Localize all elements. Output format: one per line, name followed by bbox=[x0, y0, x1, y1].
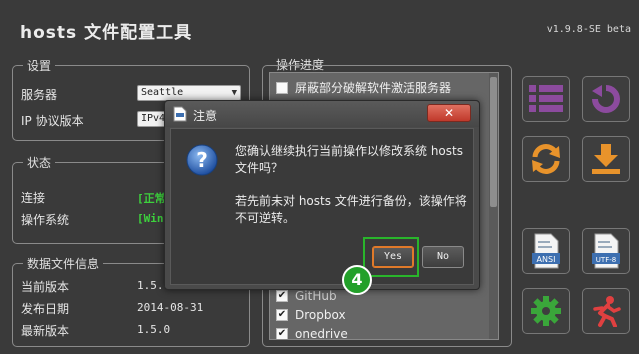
server-select-value: Seattle bbox=[141, 87, 184, 98]
ansi-file-icon: ANSI bbox=[532, 233, 560, 269]
server-select[interactable]: Seattle ▼ bbox=[137, 85, 241, 101]
step-badge: 4 bbox=[342, 265, 372, 295]
os-value: [Win bbox=[137, 212, 164, 225]
utf8-button[interactable]: UTF-8 bbox=[582, 228, 630, 274]
run-icon bbox=[593, 296, 621, 327]
no-button[interactable]: No bbox=[422, 246, 464, 268]
current-version-label: 当前版本 bbox=[21, 280, 70, 294]
dialog-titlebar[interactable]: 注意 ✕ bbox=[165, 101, 479, 127]
confirm-dialog: 注意 ✕ ? 您确认继续执行当前操作以修改系统 hosts 文件吗？ 若先前未对… bbox=[164, 100, 480, 290]
ansi-button[interactable]: ANSI bbox=[522, 228, 570, 274]
refresh-icon bbox=[592, 85, 620, 113]
status-legend: 状态 bbox=[23, 154, 56, 171]
os-label: 操作系统 bbox=[21, 213, 70, 227]
svg-text:?: ? bbox=[196, 148, 208, 172]
app-version: v1.9.8-SE beta bbox=[546, 24, 631, 35]
release-date-label: 发布日期 bbox=[21, 302, 70, 316]
chevron-down-icon: ▼ bbox=[231, 88, 237, 98]
utf8-file-icon: UTF-8 bbox=[592, 233, 620, 269]
download-icon bbox=[592, 144, 620, 174]
dialog-message-line-4: 不可逆转。 bbox=[235, 211, 296, 225]
question-icon: ? bbox=[186, 144, 218, 176]
server-label: 服务器 bbox=[21, 88, 58, 102]
dialog-message-line-3: 若先前未对 hosts 文件进行备份，该操作将 bbox=[235, 194, 467, 208]
document-icon bbox=[173, 106, 187, 122]
connection-status: [正常 bbox=[137, 192, 166, 205]
yes-highlight-box bbox=[363, 237, 419, 277]
datafile-legend: 数据文件信息 bbox=[23, 255, 104, 272]
dialog-message-line-2: 文件吗？ bbox=[235, 161, 284, 175]
sync-icon bbox=[532, 144, 560, 174]
gear-icon bbox=[531, 296, 561, 326]
settings-legend: 设置 bbox=[23, 57, 56, 74]
release-date-value: 2014-08-31 bbox=[137, 301, 204, 314]
settings-button[interactable] bbox=[522, 288, 570, 334]
dialog-message-line-1: 您确认继续执行当前操作以修改系统 hosts bbox=[235, 144, 463, 158]
dialog-title: 注意 bbox=[193, 109, 218, 123]
list-button[interactable] bbox=[522, 76, 570, 122]
utf8-file-icon-label: UTF-8 bbox=[596, 256, 616, 264]
latest-version-value: 1.5.0 bbox=[137, 323, 171, 336]
sync-button[interactable] bbox=[522, 136, 570, 182]
app-title: hosts 文件配置工具 bbox=[20, 23, 193, 43]
refresh-button[interactable] bbox=[582, 76, 630, 122]
ip-version-value: IPv4 bbox=[141, 113, 166, 124]
latest-version-label: 最新版本 bbox=[21, 324, 70, 338]
close-button[interactable]: ✕ bbox=[427, 104, 471, 122]
dialog-body: ? 您确认继续执行当前操作以修改系统 hosts 文件吗？ 若先前未对 host… bbox=[170, 128, 474, 285]
ansi-file-icon-label: ANSI bbox=[537, 255, 556, 264]
run-button[interactable] bbox=[582, 288, 630, 334]
ip-version-label: IP 协议版本 bbox=[21, 114, 84, 128]
list-icon bbox=[529, 85, 563, 112]
connection-label: 连接 bbox=[21, 191, 46, 205]
download-button[interactable] bbox=[582, 136, 630, 182]
